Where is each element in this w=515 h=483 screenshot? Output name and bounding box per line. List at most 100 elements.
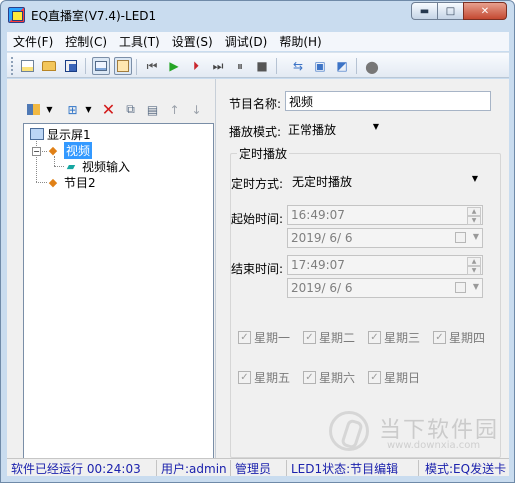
- screen-test-icon[interactable]: ◩: [333, 57, 357, 75]
- status-mode: 模式:EQ发送卡: [425, 462, 507, 476]
- program-name-input[interactable]: 视频: [285, 91, 491, 111]
- chevron-down-icon[interactable]: ▼: [473, 282, 479, 291]
- calendar-icon[interactable]: [455, 282, 466, 293]
- status-bar: 软件已经运行 00:24:03 用户:admin 管理员 LED1状态:节目编辑…: [7, 458, 509, 476]
- weekday-checkbox-sat[interactable]: ✓ 星期六: [303, 369, 355, 386]
- weekday-checkbox-sun[interactable]: ✓ 星期日: [368, 369, 420, 386]
- video-input-icon: ▰: [66, 159, 76, 173]
- timing-method-value: 无定时播放: [292, 174, 353, 189]
- app-window: EQ直播室(V7.4)-LED1 ▬ □ ✕ 文件(F) 控制(C) 工具(T)…: [0, 0, 515, 483]
- play-mode-select[interactable]: 正常播放 ▼: [285, 119, 384, 139]
- start-time-input[interactable]: 16:49:07 ▲ ▼: [287, 205, 483, 225]
- checkbox-icon: ✓: [368, 331, 381, 344]
- tree-node-video-input[interactable]: ▰ 视频输入: [63, 158, 130, 174]
- delete-icon[interactable]: ✕: [100, 100, 117, 119]
- weekday-checkbox-thu[interactable]: ✓ 星期四: [433, 329, 485, 346]
- checkbox-icon: ✓: [303, 371, 316, 384]
- chevron-down-icon[interactable]: ▼: [41, 101, 58, 118]
- tree-node-program-video[interactable]: ◆ 视频: [45, 141, 93, 159]
- menu-bar: 文件(F) 控制(C) 工具(T) 设置(S) 调试(D) 帮助(H): [7, 32, 509, 51]
- end-date-input[interactable]: 2019/ 6/ 6 ▼: [287, 278, 483, 298]
- save-icon[interactable]: [62, 57, 86, 75]
- tree-expander[interactable]: −: [32, 147, 41, 156]
- screen-settings-icon[interactable]: ▣: [311, 57, 329, 75]
- move-up-icon[interactable]: ↑: [166, 101, 183, 118]
- program-tree[interactable]: − 显示屏1 ◆ 视频 ▰ 视频输入 ◆ 节目2: [23, 123, 214, 460]
- weekday-label: 星期六: [319, 371, 356, 385]
- spin-up-icon[interactable]: ▲: [467, 257, 481, 266]
- move-down-icon[interactable]: ↓: [188, 101, 205, 118]
- paste-icon[interactable]: ▤: [144, 101, 161, 118]
- start-time-label: 起始时间:: [231, 212, 284, 226]
- pane-splitter[interactable]: [215, 79, 216, 458]
- chevron-down-icon: ▼: [471, 174, 478, 183]
- record-icon[interactable]: ●: [363, 57, 381, 76]
- screen-icon: [30, 128, 44, 140]
- main-panel: ▼ ⊞ ▼ ✕ ⧉ ▤ ↑ ↓ − 显示屏1 ◆ 视频 ▰ 视频输入 ◆ 节目2…: [7, 79, 509, 460]
- weekday-checkbox-mon[interactable]: ✓ 星期一: [238, 329, 290, 346]
- program-icon: ◆: [48, 143, 58, 157]
- end-time-input[interactable]: 17:49:07 ▲ ▼: [287, 255, 483, 275]
- open-folder-icon[interactable]: [40, 57, 58, 75]
- watermark-url: www.downxia.com: [387, 440, 481, 451]
- tree-node-label: 视频输入: [82, 159, 131, 174]
- toolbar-grip: [11, 57, 14, 75]
- downxia-logo-icon: [329, 411, 369, 451]
- end-time-label: 结束时间:: [231, 262, 284, 276]
- tree-node-program-2[interactable]: ◆ 节目2: [45, 174, 96, 190]
- title-bar: EQ直播室(V7.4)-LED1 ▬ □ ✕: [1, 1, 514, 29]
- menu-help[interactable]: 帮助(H): [279, 33, 321, 50]
- edit-program-icon[interactable]: [114, 57, 137, 75]
- status-role: 管理员: [233, 460, 287, 476]
- weekday-label: 星期四: [449, 331, 486, 345]
- menu-file[interactable]: 文件(F): [13, 33, 53, 50]
- chevron-down-icon[interactable]: ▼: [80, 101, 97, 118]
- menu-control[interactable]: 控制(C): [65, 33, 107, 50]
- skip-start-icon[interactable]: ⏮: [143, 57, 161, 75]
- play-icon[interactable]: ▶: [165, 57, 183, 75]
- window-title: EQ直播室(V7.4)-LED1: [31, 9, 157, 23]
- send-icon[interactable]: ⇆: [289, 57, 307, 75]
- time-spinner[interactable]: ▲ ▼: [467, 257, 481, 275]
- close-button[interactable]: ✕: [463, 2, 507, 20]
- window-controls: ▬ □ ✕: [411, 2, 507, 20]
- display-mode-icon[interactable]: [92, 57, 110, 75]
- tree-node-screen[interactable]: 显示屏1: [30, 126, 91, 142]
- checkbox-icon: ✓: [368, 371, 381, 384]
- stop-icon[interactable]: ■: [253, 57, 277, 75]
- checkbox-icon: ✓: [433, 331, 446, 344]
- end-time-value: 17:49:07: [291, 258, 345, 272]
- menu-settings[interactable]: 设置(S): [172, 33, 213, 50]
- time-spinner[interactable]: ▲ ▼: [467, 207, 481, 225]
- weekday-checkbox-tue[interactable]: ✓ 星期二: [303, 329, 355, 346]
- weekday-checkbox-wed[interactable]: ✓ 星期三: [368, 329, 420, 346]
- start-date-input[interactable]: 2019/ 6/ 6 ▼: [287, 228, 483, 248]
- end-date-value: 2019/ 6/ 6: [291, 281, 353, 295]
- layout-icon[interactable]: [25, 101, 42, 118]
- menu-debug[interactable]: 调试(D): [225, 33, 268, 50]
- weekday-checkbox-fri[interactable]: ✓ 星期五: [238, 369, 290, 386]
- chevron-down-icon: ▼: [372, 122, 379, 131]
- spin-up-icon[interactable]: ▲: [467, 207, 481, 216]
- copy-icon[interactable]: ⧉: [122, 101, 139, 118]
- calendar-icon[interactable]: [455, 232, 466, 243]
- weekday-label: 星期一: [254, 331, 291, 345]
- pause-icon[interactable]: ⏸: [231, 57, 249, 75]
- new-icon[interactable]: [18, 57, 36, 75]
- main-toolbar: ⏮ ▶ ⏵ ⏭ ⏸ ■ ⇆ ▣ ◩ ●: [7, 52, 509, 78]
- spin-down-icon[interactable]: ▼: [467, 216, 481, 225]
- tree-node-label: 显示屏1: [47, 127, 91, 142]
- add-program-icon[interactable]: ⊞: [64, 101, 81, 118]
- minimize-button[interactable]: ▬: [411, 2, 437, 20]
- menu-tools[interactable]: 工具(T): [119, 33, 160, 50]
- spin-down-icon[interactable]: ▼: [467, 266, 481, 275]
- step-end-icon[interactable]: ⏭: [209, 57, 227, 75]
- timing-method-select[interactable]: 无定时播放 ▼: [289, 171, 483, 191]
- program-tree-pane: ▼ ⊞ ▼ ✕ ⧉ ▤ ↑ ↓ − 显示屏1 ◆ 视频 ▰ 视频输入 ◆ 节目2: [15, 87, 216, 460]
- maximize-button[interactable]: □: [437, 2, 463, 20]
- weekday-label: 星期二: [319, 331, 356, 345]
- status-user: 用户:admin: [159, 460, 231, 476]
- app-icon: [8, 7, 25, 23]
- chevron-down-icon[interactable]: ▼: [473, 232, 479, 241]
- play-step-icon[interactable]: ⏵: [187, 57, 205, 75]
